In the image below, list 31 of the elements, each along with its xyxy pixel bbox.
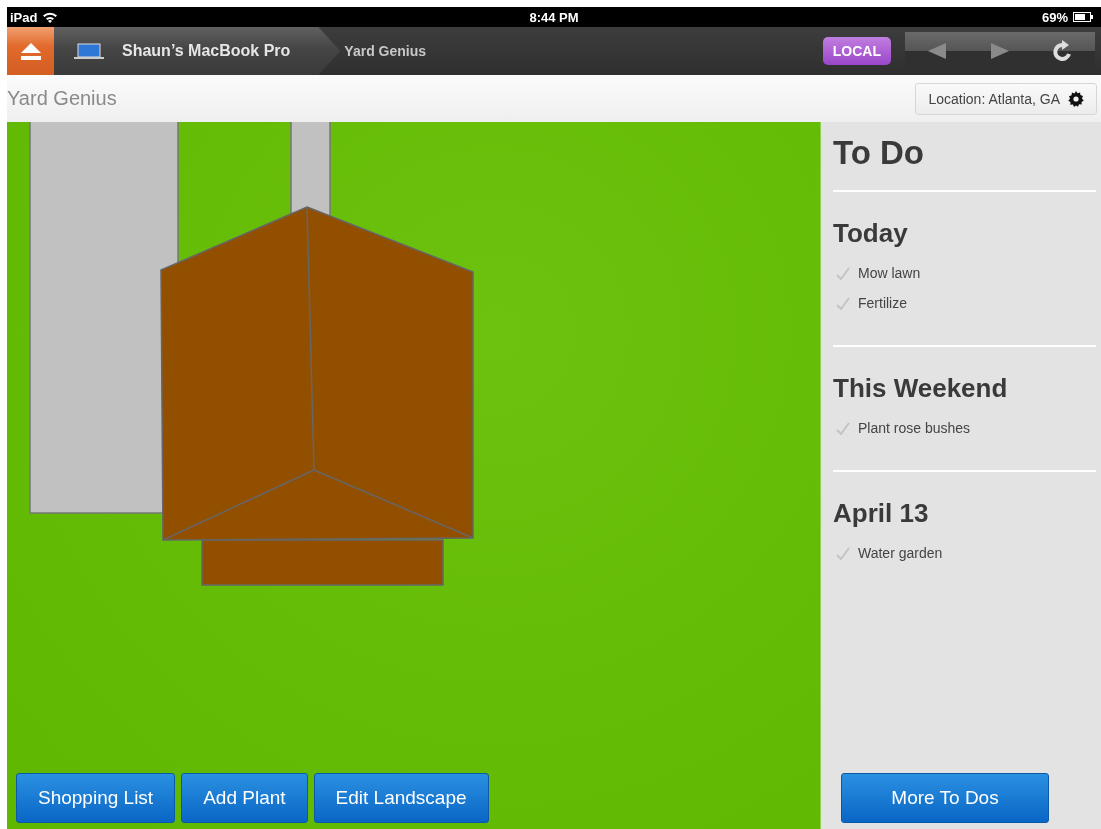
laptop-icon xyxy=(74,42,104,60)
todo-item: Plant rose bushes xyxy=(858,420,971,436)
section-heading: April 13 xyxy=(833,498,930,529)
todo-item: Mow lawn xyxy=(858,265,921,281)
check-icon[interactable] xyxy=(836,296,850,310)
toolbar-button[interactable]: Edit Landscape xyxy=(313,773,489,823)
check-icon[interactable] xyxy=(836,546,850,560)
battery-percent: 69% xyxy=(1041,9,1068,25)
local-badge: LOCAL xyxy=(822,37,891,65)
forward-icon[interactable] xyxy=(989,42,1011,60)
toolbar-button[interactable]: Add Plant xyxy=(181,773,308,823)
toolbar-button[interactable]: Shopping List xyxy=(16,773,176,823)
todo-title: To Do xyxy=(833,134,926,173)
eject-button[interactable] xyxy=(7,27,54,75)
wifi-icon xyxy=(42,11,59,23)
todo-item: Water garden xyxy=(858,545,943,561)
gear-icon xyxy=(1068,90,1084,107)
location-button[interactable]: Location: Atlanta, GA xyxy=(915,82,1097,115)
check-icon[interactable] xyxy=(836,421,850,435)
breadcrumb[interactable]: Shaun’s MacBook Pro xyxy=(54,27,341,75)
todo-item: Fertilize xyxy=(858,295,907,311)
more-button[interactable]: More To Dos xyxy=(841,773,1049,823)
check-icon[interactable] xyxy=(836,266,850,280)
clock: 8:44 PM xyxy=(529,9,579,25)
battery-icon xyxy=(1073,12,1093,22)
section-heading: This Weekend xyxy=(833,373,1009,404)
page-title: Yard Genius xyxy=(7,87,117,110)
section-heading: Today xyxy=(833,218,909,249)
carrier-label: iPad xyxy=(10,9,38,25)
breadcrumb[interactable]: Yard Genius xyxy=(340,27,457,75)
eject-icon xyxy=(18,41,43,61)
